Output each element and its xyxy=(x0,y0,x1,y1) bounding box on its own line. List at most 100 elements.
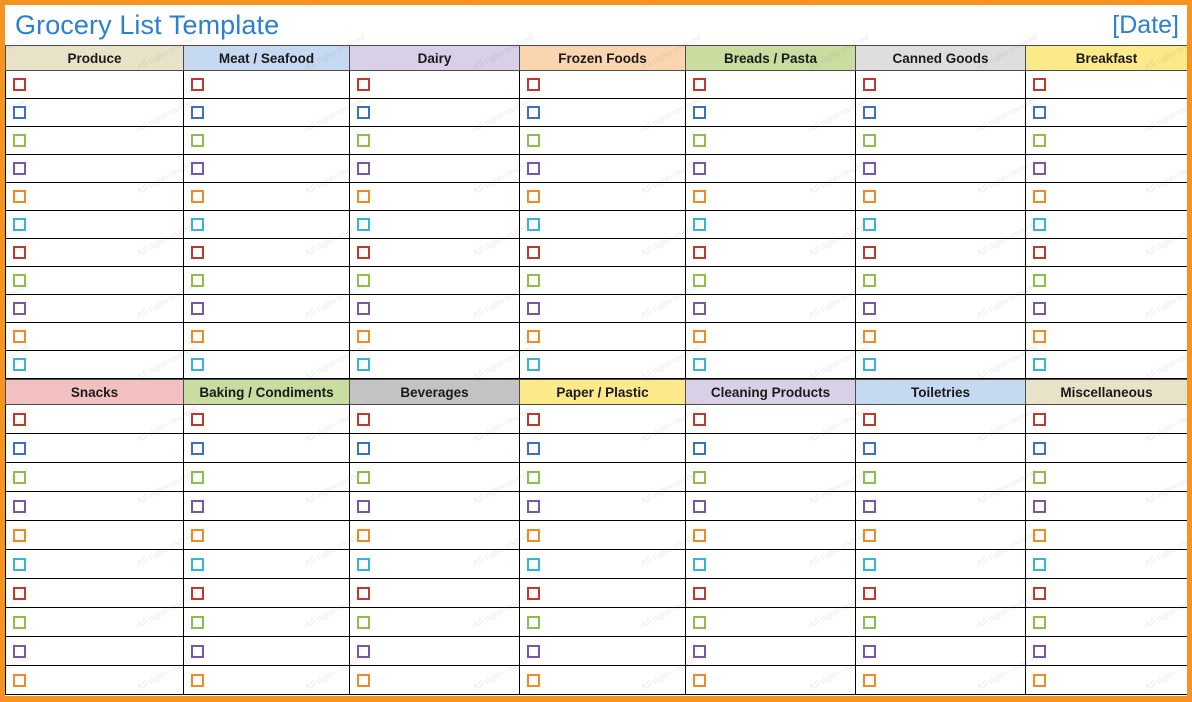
checkbox-icon[interactable] xyxy=(357,499,370,513)
category-header-snacks[interactable]: Snacks xyxy=(5,379,184,405)
item-cell[interactable] xyxy=(519,126,686,155)
item-cell[interactable] xyxy=(519,350,686,379)
checkbox-icon[interactable] xyxy=(191,302,204,315)
item-cell[interactable] xyxy=(685,238,856,267)
item-cell[interactable] xyxy=(349,404,520,434)
item-cell[interactable] xyxy=(349,294,520,323)
item-cell[interactable] xyxy=(5,578,184,608)
checkbox-icon[interactable] xyxy=(527,358,540,371)
item-cell[interactable] xyxy=(5,404,184,434)
item-cell[interactable] xyxy=(183,294,350,323)
checkbox-icon[interactable] xyxy=(863,78,876,91)
checkbox-icon[interactable] xyxy=(191,358,204,371)
checkbox-icon[interactable] xyxy=(527,412,540,426)
checkbox-icon[interactable] xyxy=(693,499,706,513)
item-cell[interactable] xyxy=(349,607,520,637)
checkbox-icon[interactable] xyxy=(527,134,540,147)
date-field[interactable]: [Date] xyxy=(1112,12,1179,38)
checkbox-icon[interactable] xyxy=(527,330,540,343)
item-cell[interactable] xyxy=(1025,350,1187,379)
item-cell[interactable] xyxy=(349,578,520,608)
checkbox-icon[interactable] xyxy=(357,302,370,315)
item-cell[interactable] xyxy=(519,404,686,434)
checkbox-icon[interactable] xyxy=(1033,673,1046,687)
checkbox-icon[interactable] xyxy=(693,586,706,600)
checkbox-icon[interactable] xyxy=(863,302,876,315)
item-cell[interactable] xyxy=(855,433,1026,463)
checkbox-icon[interactable] xyxy=(191,330,204,343)
category-header-frozen-foods[interactable]: Frozen Foods xyxy=(519,45,686,71)
checkbox-icon[interactable] xyxy=(863,330,876,343)
category-header-cleaning-products[interactable]: Cleaning Products xyxy=(685,379,856,405)
checkbox-icon[interactable] xyxy=(13,412,26,426)
checkbox-icon[interactable] xyxy=(1033,78,1046,91)
item-cell[interactable] xyxy=(5,126,184,155)
checkbox-icon[interactable] xyxy=(1033,586,1046,600)
checkbox-icon[interactable] xyxy=(527,644,540,658)
checkbox-icon[interactable] xyxy=(863,644,876,658)
checkbox-icon[interactable] xyxy=(527,274,540,287)
item-cell[interactable] xyxy=(685,294,856,323)
checkbox-icon[interactable] xyxy=(863,499,876,513)
item-cell[interactable] xyxy=(685,520,856,550)
item-cell[interactable] xyxy=(855,520,1026,550)
checkbox-icon[interactable] xyxy=(527,499,540,513)
item-cell[interactable] xyxy=(519,636,686,666)
checkbox-icon[interactable] xyxy=(527,470,540,484)
checkbox-icon[interactable] xyxy=(357,615,370,629)
checkbox-icon[interactable] xyxy=(191,470,204,484)
checkbox-icon[interactable] xyxy=(1033,330,1046,343)
item-cell[interactable] xyxy=(183,182,350,211)
checkbox-icon[interactable] xyxy=(1033,190,1046,203)
checkbox-icon[interactable] xyxy=(191,274,204,287)
category-header-breads-pasta[interactable]: Breads / Pasta xyxy=(685,45,856,71)
item-cell[interactable] xyxy=(1025,404,1187,434)
checkbox-icon[interactable] xyxy=(13,586,26,600)
checkbox-icon[interactable] xyxy=(863,470,876,484)
checkbox-icon[interactable] xyxy=(527,557,540,571)
item-cell[interactable] xyxy=(183,404,350,434)
item-cell[interactable] xyxy=(5,322,184,351)
checkbox-icon[interactable] xyxy=(1033,162,1046,175)
checkbox-icon[interactable] xyxy=(863,190,876,203)
checkbox-icon[interactable] xyxy=(863,412,876,426)
item-cell[interactable] xyxy=(1025,126,1187,155)
item-cell[interactable] xyxy=(1025,210,1187,239)
checkbox-icon[interactable] xyxy=(1033,358,1046,371)
category-header-breakfast[interactable]: Breakfast xyxy=(1025,45,1187,71)
checkbox-icon[interactable] xyxy=(13,162,26,175)
item-cell[interactable] xyxy=(183,154,350,183)
checkbox-icon[interactable] xyxy=(1033,106,1046,119)
item-cell[interactable] xyxy=(855,98,1026,127)
checkbox-icon[interactable] xyxy=(1033,274,1046,287)
checkbox-icon[interactable] xyxy=(693,274,706,287)
item-cell[interactable] xyxy=(519,491,686,521)
checkbox-icon[interactable] xyxy=(1033,412,1046,426)
item-cell[interactable] xyxy=(183,126,350,155)
item-cell[interactable] xyxy=(349,491,520,521)
item-cell[interactable] xyxy=(685,578,856,608)
checkbox-icon[interactable] xyxy=(13,644,26,658)
item-cell[interactable] xyxy=(5,182,184,211)
checkbox-icon[interactable] xyxy=(13,358,26,371)
item-cell[interactable] xyxy=(1025,607,1187,637)
item-cell[interactable] xyxy=(855,70,1026,99)
category-header-canned-goods[interactable]: Canned Goods xyxy=(855,45,1026,71)
item-cell[interactable] xyxy=(183,238,350,267)
checkbox-icon[interactable] xyxy=(357,470,370,484)
item-cell[interactable] xyxy=(685,404,856,434)
item-cell[interactable] xyxy=(685,491,856,521)
item-cell[interactable] xyxy=(183,322,350,351)
checkbox-icon[interactable] xyxy=(1033,528,1046,542)
checkbox-icon[interactable] xyxy=(191,499,204,513)
item-cell[interactable] xyxy=(349,665,520,695)
item-cell[interactable] xyxy=(519,433,686,463)
checkbox-icon[interactable] xyxy=(357,246,370,259)
checkbox-icon[interactable] xyxy=(527,106,540,119)
item-cell[interactable] xyxy=(855,462,1026,492)
item-cell[interactable] xyxy=(1025,491,1187,521)
checkbox-icon[interactable] xyxy=(357,528,370,542)
checkbox-icon[interactable] xyxy=(1033,441,1046,455)
item-cell[interactable] xyxy=(685,665,856,695)
checkbox-icon[interactable] xyxy=(693,358,706,371)
